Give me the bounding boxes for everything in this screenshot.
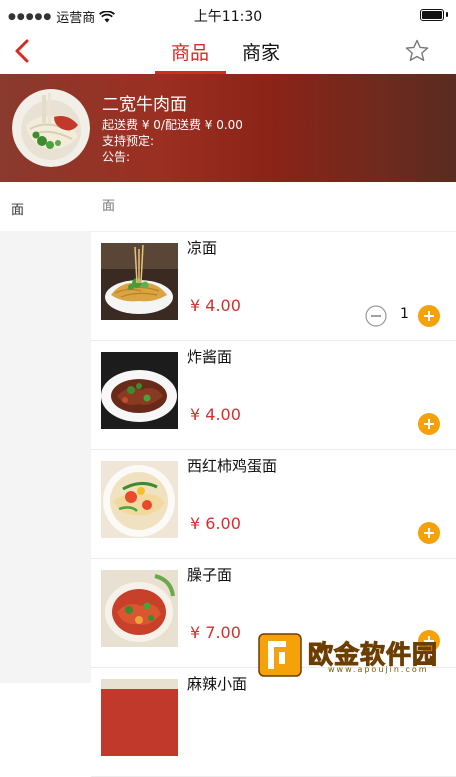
dish-price: ¥ 6.00 [190, 514, 241, 533]
watermark: 欧金软件园 www.apoujin.com [258, 633, 454, 679]
shop-name: 二宽牛肉面 [102, 95, 187, 115]
watermark-url: www.apoujin.com [328, 665, 429, 674]
add-to-cart-button[interactable] [418, 522, 440, 544]
menu-item[interactable]: 麻辣小面 [91, 668, 456, 777]
menu-item[interactable]: 西红柿鸡蛋面 ¥ 6.00 [91, 450, 456, 559]
reservation-info: 支持预定: [102, 134, 155, 148]
add-to-cart-button[interactable] [418, 413, 440, 435]
section-title: 面 [102, 199, 116, 214]
dish-image [101, 461, 178, 538]
nav-bar: 商品 商家 [0, 30, 456, 74]
dish-name: 凉面 [187, 239, 218, 257]
status-bar: ●●●●● 运营商 上午11:30 [0, 0, 456, 30]
shop-notice: 公告: [102, 150, 131, 164]
dish-image [101, 243, 178, 320]
favorite-star-icon[interactable] [404, 38, 430, 64]
dish-price: ¥ 7.00 [190, 623, 241, 642]
dish-image [101, 570, 178, 647]
dish-image [101, 679, 178, 756]
watermark-logo-icon [258, 633, 302, 677]
menu-item[interactable]: 凉面 ¥ 4.00 1 [91, 232, 456, 341]
dish-price: ¥ 4.00 [190, 296, 241, 315]
category-label: 面 [11, 203, 25, 218]
dish-name: 麻辣小面 [187, 675, 248, 693]
decrease-quantity-button[interactable] [365, 305, 387, 327]
dish-price: ¥ 4.00 [190, 405, 241, 424]
dish-name: 臊子面 [187, 566, 233, 584]
battery-icon [420, 9, 448, 21]
delivery-fee-info: 起送费 ¥ 0/配送费 ¥ 0.00 [102, 118, 243, 132]
add-to-cart-button[interactable] [418, 305, 440, 327]
shop-header: 二宽牛肉面 起送费 ¥ 0/配送费 ¥ 0.00 支持预定: 公告: [0, 74, 456, 182]
menu-list: 面 凉面 ¥ 4.00 1 炸酱面 ¥ 4.00 西红柿鸡蛋面 ¥ 6.00 臊… [91, 182, 456, 777]
quantity-value: 1 [400, 306, 409, 322]
category-sidebar: 面 [0, 182, 91, 683]
menu-item[interactable]: 炸酱面 ¥ 4.00 [91, 341, 456, 450]
back-arrow-icon[interactable] [10, 36, 38, 66]
clock: 上午11:30 [193, 9, 263, 25]
dish-name: 炸酱面 [187, 348, 233, 366]
category-item-noodles[interactable]: 面 [0, 182, 91, 231]
tab-goods[interactable]: 商品 [171, 38, 209, 65]
dish-image [101, 352, 178, 429]
dish-name: 西红柿鸡蛋面 [187, 457, 278, 475]
shop-avatar [12, 89, 90, 167]
tab-shop[interactable]: 商家 [242, 38, 280, 65]
